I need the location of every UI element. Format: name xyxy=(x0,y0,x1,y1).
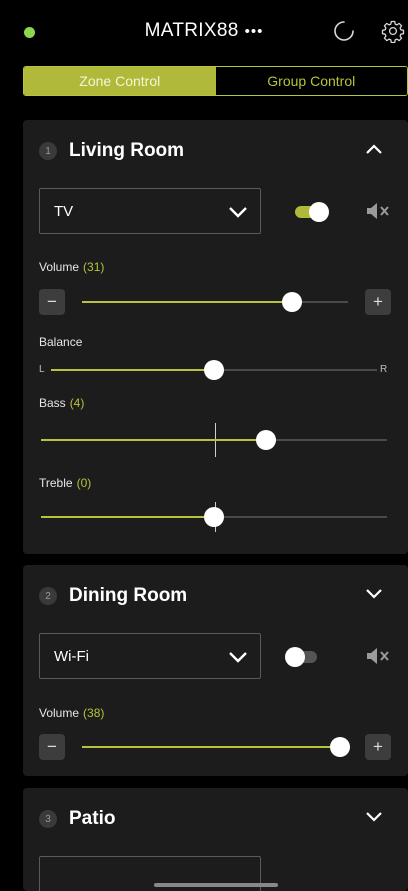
volume-slider-thumb[interactable] xyxy=(282,292,303,312)
bass-slider[interactable] xyxy=(41,430,387,450)
volume-decrease-button[interactable]: − xyxy=(39,289,65,315)
gear-icon[interactable] xyxy=(381,19,405,43)
treble-value: (0) xyxy=(76,476,92,490)
control-tabs: Zone Control Group Control xyxy=(23,66,408,96)
zone-card-patio: 3 Patio xyxy=(23,788,408,891)
zone-name: Dining Room xyxy=(69,585,188,606)
more-menu-icon[interactable]: ••• xyxy=(245,23,264,40)
title-text: MATRIX88 xyxy=(144,20,239,41)
balance-label: Balance xyxy=(39,335,83,349)
source-select[interactable]: TV xyxy=(39,188,261,234)
zone-header: 2 Dining Room xyxy=(39,565,187,627)
volume-increase-button[interactable]: + xyxy=(365,734,391,760)
app-header: MATRIX88 ••• xyxy=(0,0,408,62)
chevron-up-icon[interactable] xyxy=(364,142,384,156)
tab-group-control[interactable]: Group Control xyxy=(215,67,407,95)
treble-label-text: Treble xyxy=(39,476,73,490)
volume-slider-fill xyxy=(82,746,341,748)
treble-label: Treble (0) xyxy=(39,476,91,490)
volume-label-text: Volume xyxy=(39,706,80,720)
volume-increase-button[interactable]: + xyxy=(365,289,391,315)
chevron-down-icon[interactable] xyxy=(364,587,384,601)
power-toggle[interactable] xyxy=(285,647,317,667)
balance-left-label: L xyxy=(39,364,45,375)
bass-slider-fill xyxy=(41,439,266,441)
chevron-down-icon xyxy=(229,207,247,218)
source-select-value: Wi-Fi xyxy=(54,648,89,665)
mute-icon[interactable] xyxy=(365,646,391,666)
zone-name: Patio xyxy=(69,808,116,829)
volume-label: Volume (31) xyxy=(39,260,104,274)
volume-decrease-button[interactable]: − xyxy=(39,734,65,760)
zone-number-badge: 3 xyxy=(39,810,57,828)
toggle-knob xyxy=(285,647,305,667)
zone-number-badge: 2 xyxy=(39,587,57,605)
volume-slider-fill xyxy=(82,301,293,303)
toggle-knob xyxy=(309,202,329,222)
volume-slider[interactable] xyxy=(82,737,351,757)
source-select[interactable]: Wi-Fi xyxy=(39,633,261,679)
balance-slider[interactable] xyxy=(51,360,377,380)
mute-icon[interactable] xyxy=(365,201,391,221)
chevron-down-icon xyxy=(229,652,247,663)
bass-slider-thumb[interactable] xyxy=(255,430,276,450)
zone-header: 3 Patio xyxy=(39,788,115,850)
zone-name: Living Room xyxy=(69,140,185,161)
source-select-value: TV xyxy=(54,203,74,220)
zone-number-badge: 1 xyxy=(39,142,57,160)
volume-value: (31) xyxy=(83,260,105,274)
treble-slider[interactable] xyxy=(41,507,387,527)
volume-label: Volume (38) xyxy=(39,706,104,720)
balance-slider-thumb[interactable] xyxy=(204,360,224,380)
home-indicator[interactable] xyxy=(154,883,278,887)
volume-slider-thumb[interactable] xyxy=(330,737,351,757)
volume-value: (38) xyxy=(83,706,105,720)
balance-slider-fill xyxy=(51,369,214,371)
balance-right-label: R xyxy=(380,364,388,375)
zone-card-living-room: 1 Living Room TV Volume (31) − + Balance … xyxy=(23,120,408,554)
volume-slider[interactable] xyxy=(82,292,348,312)
zone-header: 1 Living Room xyxy=(39,120,184,182)
bass-label: Bass (4) xyxy=(39,396,84,410)
treble-slider-fill xyxy=(41,516,214,518)
tab-zone-control[interactable]: Zone Control xyxy=(24,67,216,95)
power-toggle[interactable] xyxy=(295,202,329,222)
treble-slider-thumb[interactable] xyxy=(204,507,224,527)
zone-card-dining-room: 2 Dining Room Wi-Fi Volume (38) − + xyxy=(23,565,408,776)
bass-label-text: Bass xyxy=(39,396,66,410)
chevron-down-icon[interactable] xyxy=(364,810,384,824)
refresh-icon[interactable] xyxy=(332,19,356,43)
bass-value: (4) xyxy=(69,396,85,410)
volume-label-text: Volume xyxy=(39,260,80,274)
